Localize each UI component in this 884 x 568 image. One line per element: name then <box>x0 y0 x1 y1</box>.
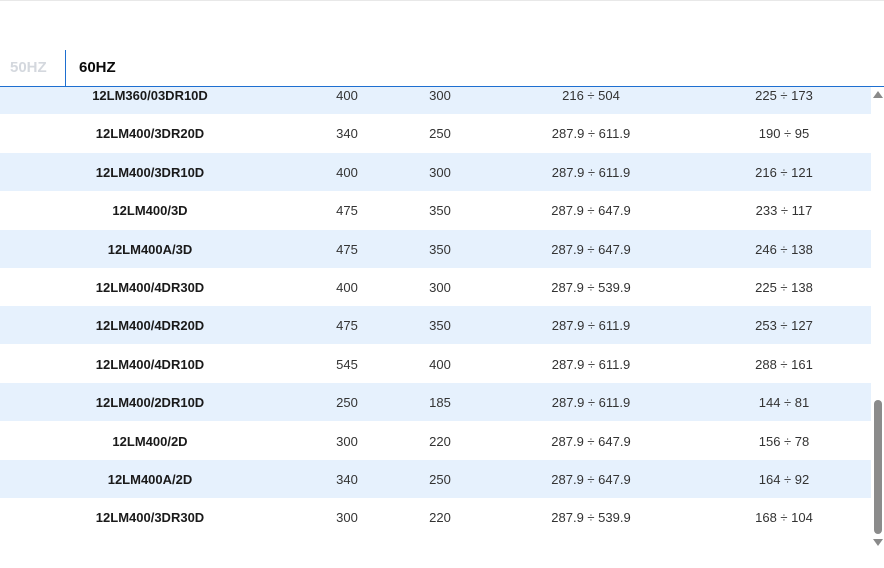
value-cell-1: 400 <box>336 164 358 180</box>
frequency-tabs: 50HZ 60HZ <box>0 50 884 87</box>
range-cell-2: 156 ÷ 78 <box>758 433 810 449</box>
value-cell-1: 545 <box>336 356 358 372</box>
value-cell-2: 350 <box>429 317 451 333</box>
range-cell-1: 287.9 ÷ 539.9 <box>551 279 631 295</box>
table-row: 12LM360/03DR10D 400 300 216 ÷ 504 225 ÷ 173 <box>0 87 871 114</box>
range-cell-2: 288 ÷ 161 <box>755 356 813 372</box>
range-cell-1: 287.9 ÷ 611.9 <box>551 356 631 372</box>
range-cell-1: 287.9 ÷ 611.9 <box>551 317 631 333</box>
range-cell-1: 216 ÷ 504 <box>562 87 620 103</box>
value-cell-2: 250 <box>429 125 451 141</box>
table-row: 12LM400/3DR20D 340 250 287.9 ÷ 611.9 190 ÷ 9… <box>0 114 871 152</box>
model-cell: 12LM400/4DR30D <box>95 279 205 295</box>
range-cell-1: 287.9 ÷ 647.9 <box>551 202 631 218</box>
value-cell-2: 350 <box>429 202 451 218</box>
model-cell: 12LM400/4DR10D <box>95 356 205 372</box>
table-row: 12LM400/3DR10D 400 300 287.9 ÷ 611.9 216 ÷ 1… <box>0 153 871 191</box>
model-cell: 12LM400/2DR10D <box>95 394 205 410</box>
model-cell: 12LM400/2D <box>112 433 188 449</box>
table-row: 12LM400/4DR10D 545 400 287.9 ÷ 611.9 288 ÷ 1… <box>0 345 871 383</box>
range-cell-1: 287.9 ÷ 647.9 <box>551 241 631 257</box>
tab-separator <box>65 50 66 86</box>
range-cell-2: 253 ÷ 127 <box>755 317 813 333</box>
scrollbar-thumb[interactable] <box>874 400 882 534</box>
tab-60hz[interactable]: 60HZ <box>79 50 116 86</box>
scroll-up-arrow-icon[interactable] <box>873 91 883 98</box>
value-cell-2: 300 <box>429 279 451 295</box>
table-row: 12LM400/2D 300 220 287.9 ÷ 647.9 156 ÷ 78 <box>0 422 871 460</box>
range-cell-2: 216 ÷ 121 <box>755 164 813 180</box>
value-cell-2: 350 <box>429 241 451 257</box>
range-cell-1: 287.9 ÷ 611.9 <box>551 164 631 180</box>
value-cell-1: 400 <box>336 87 358 103</box>
range-cell-1: 287.9 ÷ 611.9 <box>551 394 631 410</box>
table-row: 12LM400/2DR10D 250 185 287.9 ÷ 611.9 144 ÷ 8… <box>0 383 871 421</box>
range-cell-2: 164 ÷ 92 <box>758 471 810 487</box>
model-cell: 12LM400/3D <box>112 202 188 218</box>
range-cell-2: 225 ÷ 138 <box>755 279 813 295</box>
range-cell-2: 144 ÷ 81 <box>758 394 810 410</box>
value-cell-1: 340 <box>336 471 358 487</box>
vertical-scrollbar[interactable] <box>871 87 884 550</box>
value-cell-1: 300 <box>336 433 358 449</box>
pump-data-table: 12LM360/03DR10D 400 300 216 ÷ 504 225 ÷ 173 1… <box>0 87 871 550</box>
tab-50hz[interactable]: 50HZ <box>10 50 47 86</box>
model-cell: 12LM400/3DR30D <box>95 509 205 525</box>
value-cell-1: 300 <box>336 509 358 525</box>
value-cell-1: 475 <box>336 241 358 257</box>
table-row: 12LM400/3D 475 350 287.9 ÷ 647.9 233 ÷ 117 <box>0 191 871 229</box>
range-cell-1: 287.9 ÷ 647.9 <box>551 471 631 487</box>
model-cell: 12LM400A/3D <box>107 241 193 257</box>
value-cell-2: 250 <box>429 471 451 487</box>
model-cell: 12LM400/3DR20D <box>95 125 205 141</box>
table-row: 12LM400A/3D 475 350 287.9 ÷ 647.9 246 ÷ 138 <box>0 230 871 268</box>
value-cell-2: 220 <box>429 433 451 449</box>
table-row: 12LM400A/2D 340 250 287.9 ÷ 647.9 164 ÷ 92 <box>0 460 871 498</box>
value-cell-2: 300 <box>429 87 451 103</box>
value-cell-2: 300 <box>429 164 451 180</box>
model-cell: 12LM400/4DR20D <box>95 317 205 333</box>
range-cell-2: 233 ÷ 117 <box>755 202 813 218</box>
model-cell: 12LM400/3DR10D <box>95 164 205 180</box>
table-row: 12LM400/4DR30D 400 300 287.9 ÷ 539.9 225 ÷ 1… <box>0 268 871 306</box>
value-cell-2: 400 <box>429 356 451 372</box>
range-cell-2: 225 ÷ 173 <box>755 87 813 103</box>
top-divider <box>0 0 884 1</box>
scroll-down-arrow-icon[interactable] <box>873 539 883 546</box>
range-cell-2: 190 ÷ 95 <box>758 125 810 141</box>
range-cell-1: 287.9 ÷ 539.9 <box>551 509 631 525</box>
value-cell-1: 340 <box>336 125 358 141</box>
table-row: 12LM400/3DR30D 300 220 287.9 ÷ 539.9 168 ÷ 1… <box>0 498 871 536</box>
value-cell-2: 220 <box>429 509 451 525</box>
value-cell-1: 400 <box>336 279 358 295</box>
range-cell-1: 287.9 ÷ 647.9 <box>551 433 631 449</box>
value-cell-1: 475 <box>336 317 358 333</box>
value-cell-1: 250 <box>336 394 358 410</box>
model-cell: 12LM360/03DR10D <box>92 87 208 103</box>
range-cell-2: 168 ÷ 104 <box>755 509 813 525</box>
range-cell-1: 287.9 ÷ 611.9 <box>551 125 631 141</box>
value-cell-1: 475 <box>336 202 358 218</box>
table-row: 12LM400/4DR20D 475 350 287.9 ÷ 611.9 253 ÷ 1… <box>0 306 871 344</box>
range-cell-2: 246 ÷ 138 <box>755 241 813 257</box>
model-cell: 12LM400A/2D <box>107 471 193 487</box>
value-cell-2: 185 <box>429 394 451 410</box>
